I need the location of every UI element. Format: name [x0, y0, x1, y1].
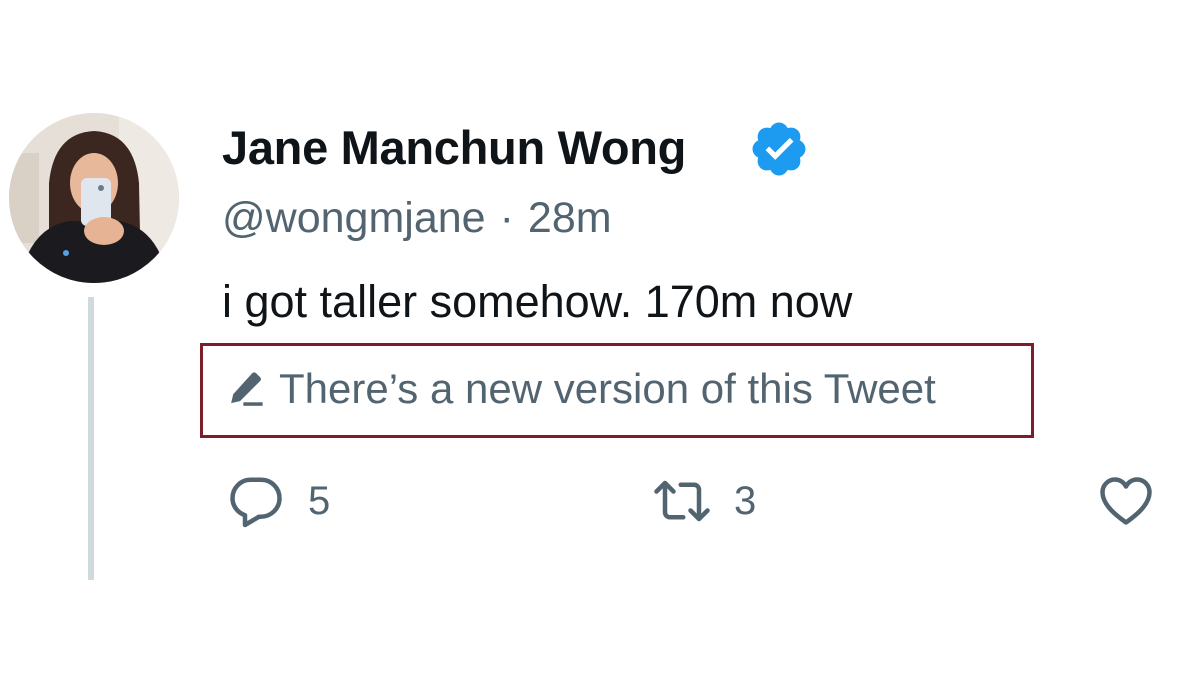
timestamp[interactable]: 28m — [528, 194, 612, 242]
author-handle[interactable]: @wongmjane — [222, 194, 486, 242]
pencil-icon — [231, 372, 263, 406]
profile-photo — [9, 113, 179, 283]
tweet-meta: @wongmjane · 28m — [222, 194, 612, 243]
retweet-icon — [654, 480, 710, 522]
thread-line — [88, 297, 94, 580]
edit-notice-text: There’s a new version of this Tweet — [279, 365, 936, 412]
retweet-button[interactable]: 3 — [652, 470, 756, 532]
retweet-count: 3 — [734, 478, 757, 523]
reply-count: 5 — [308, 478, 331, 523]
reply-icon — [230, 477, 282, 528]
like-button[interactable] — [1096, 470, 1156, 532]
heart-icon — [1100, 477, 1152, 525]
edit-notice-link[interactable]: There’s a new version of this Tweet — [200, 343, 1034, 438]
display-name[interactable]: Jane Manchun Wong — [222, 120, 686, 175]
meta-separator: · — [499, 194, 514, 242]
verified-badge-icon — [752, 122, 806, 176]
avatar[interactable] — [9, 113, 179, 283]
tweet-text: i got taller somehow. 170m now — [222, 276, 853, 327]
reply-button[interactable]: 5 — [226, 470, 330, 532]
